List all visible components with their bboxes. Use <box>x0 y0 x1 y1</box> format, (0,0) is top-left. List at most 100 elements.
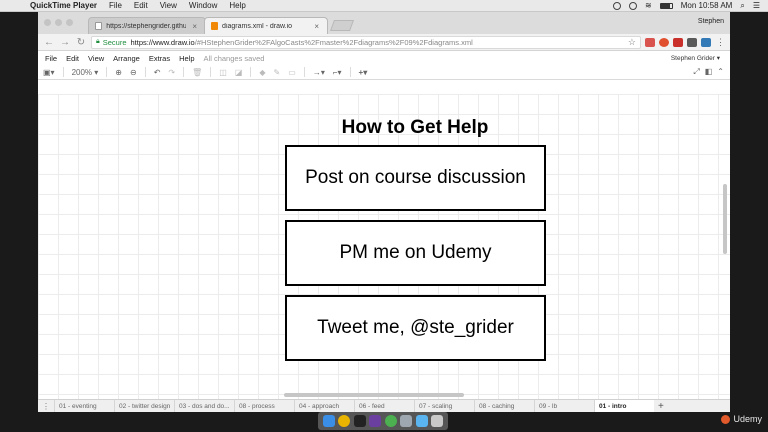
app-icon[interactable] <box>400 415 413 427</box>
zoom-out-icon[interactable]: ⊖ <box>130 68 137 77</box>
page-tab[interactable]: 09 - lb <box>534 399 594 412</box>
waypoints-icon[interactable]: ⌐▾ <box>333 68 342 77</box>
page-tab[interactable]: 07 - scaling <box>414 399 474 412</box>
extension-icon[interactable] <box>673 37 683 47</box>
extension-icon[interactable] <box>687 37 697 47</box>
page-tab[interactable]: 02 - twitter design <box>114 399 174 412</box>
new-tab-button[interactable] <box>329 20 355 31</box>
bookmark-star-icon[interactable]: ☆ <box>628 37 636 48</box>
reload-icon[interactable]: ↻ <box>75 37 87 48</box>
menubar-status-area: ≋ Mon 10:58 AM ⌕ ☰ <box>613 1 760 11</box>
drawio-menu-file[interactable]: File <box>45 54 57 63</box>
address-bar: ← → ↻ 🔒︎ Secure https://www.draw.io /#HS… <box>38 34 730 51</box>
page-tab[interactable]: 08 - process <box>234 399 294 412</box>
zoom-select[interactable]: 200% ▾ <box>72 68 99 77</box>
user-menu[interactable]: Stephen Grider ▾ <box>671 54 720 62</box>
fill-color-icon[interactable]: ◆ <box>259 68 265 77</box>
undo-icon[interactable]: ↶ <box>154 68 161 77</box>
horizontal-scrollbar[interactable] <box>284 393 464 397</box>
page-tab[interactable]: 08 - caching <box>474 399 534 412</box>
drawio-icon <box>211 22 219 30</box>
battery-icon[interactable] <box>659 2 673 9</box>
drawio-menu-help[interactable]: Help <box>179 54 194 63</box>
wifi-icon[interactable]: ≋ <box>645 1 652 10</box>
zoom-level: 200% <box>71 67 93 77</box>
browser-window: https://stephengrider.github.io × diagra… <box>38 12 730 412</box>
close-tab-icon[interactable]: × <box>314 22 319 31</box>
connection-style-icon[interactable]: →▾ <box>313 68 325 77</box>
pages-menu-icon[interactable]: ⋮ <box>38 402 54 411</box>
zoom-window-button[interactable] <box>66 19 73 26</box>
split-view-icon[interactable]: ◧ <box>705 67 713 77</box>
menu-file[interactable]: File <box>109 1 122 10</box>
window-controls <box>44 19 73 26</box>
divider <box>183 67 185 77</box>
menu-edit[interactable]: Edit <box>134 1 148 10</box>
shadow-icon[interactable]: ▭ <box>288 68 296 77</box>
box-udemy-pm[interactable]: PM me on Udemy <box>285 220 546 286</box>
diagram-title[interactable]: How to Get Help <box>280 117 550 139</box>
tab-drawio[interactable]: diagrams.xml - draw.io × <box>204 17 328 34</box>
editor-icon[interactable] <box>369 415 382 427</box>
divider <box>106 67 108 77</box>
to-back-icon[interactable]: ◪ <box>235 68 243 77</box>
diagram-canvas[interactable]: How to Get Help Post on course discussio… <box>38 94 730 399</box>
page-tab[interactable]: 04 - approach <box>294 399 354 412</box>
drawio-menu-view[interactable]: View <box>88 54 104 63</box>
finder-icon[interactable] <box>322 415 335 427</box>
terminal-icon[interactable] <box>353 415 366 427</box>
clock[interactable]: Mon 10:58 AM <box>681 1 733 10</box>
back-icon[interactable]: ← <box>43 37 55 48</box>
page-tab-bar: ⋮ 01 - eventing 02 - twitter design 03 -… <box>38 399 730 412</box>
close-tab-icon[interactable]: × <box>192 22 197 31</box>
record-icon[interactable] <box>613 1 622 10</box>
mac-menubar: QuickTime Player File Edit View Window H… <box>0 0 768 12</box>
format-panel-icon[interactable]: ▣▾ <box>43 68 55 77</box>
list-icon[interactable]: ☰ <box>753 1 760 10</box>
forward-icon[interactable]: → <box>59 37 71 48</box>
folder-icon[interactable] <box>415 415 428 427</box>
fullscreen-icon[interactable]: ⤢ <box>693 67 699 77</box>
extension-icon[interactable] <box>701 37 711 47</box>
redo-icon[interactable]: ↷ <box>168 68 175 77</box>
close-window-button[interactable] <box>44 19 51 26</box>
tab-label: https://stephengrider.github.io <box>106 22 187 30</box>
extension-icon[interactable] <box>659 37 669 47</box>
minimize-window-button[interactable] <box>55 19 62 26</box>
url-host: https://www.draw.io <box>130 37 195 47</box>
secure-label: Secure <box>102 37 127 47</box>
menu-app-name[interactable]: QuickTime Player <box>30 1 97 10</box>
box-twitter[interactable]: Tweet me, @ste_grider <box>285 295 546 361</box>
menu-view[interactable]: View <box>160 1 177 10</box>
vertical-scrollbar[interactable] <box>723 184 727 254</box>
app-icon[interactable] <box>384 415 397 427</box>
to-front-icon[interactable]: ◫ <box>219 68 227 77</box>
extension-icon[interactable] <box>645 37 655 47</box>
profile-name[interactable]: Stephen <box>698 18 724 25</box>
page-tab[interactable]: 06 - feed <box>354 399 414 412</box>
trash-icon[interactable] <box>431 415 444 427</box>
delete-icon[interactable]: 🗑︎ <box>192 68 202 77</box>
search-icon[interactable]: ⌕ <box>740 1 744 11</box>
tab-github[interactable]: https://stephengrider.github.io × <box>88 17 206 34</box>
page-tab[interactable]: 03 - dos and do... <box>174 399 234 412</box>
insert-icon[interactable]: +▾ <box>359 68 368 77</box>
drawio-menu-arrange[interactable]: Arrange <box>113 54 140 63</box>
drawio-menu-edit[interactable]: Edit <box>66 54 79 63</box>
drawio-menu-extras[interactable]: Extras <box>149 54 170 63</box>
divider <box>303 67 305 77</box>
line-color-icon[interactable]: ✎ <box>274 68 281 77</box>
menu-window[interactable]: Window <box>189 1 217 10</box>
collapse-icon[interactable]: ⌃ <box>717 67 724 77</box>
sync-icon[interactable] <box>629 1 638 10</box>
zoom-in-icon[interactable]: ⊕ <box>115 68 122 77</box>
url-input[interactable]: 🔒︎ Secure https://www.draw.io /#HStephen… <box>91 35 641 49</box>
page-tab[interactable]: 01 - eventing <box>54 399 114 412</box>
box-course-discussion[interactable]: Post on course discussion <box>285 145 546 211</box>
page-tab-active[interactable]: 01 - intro <box>594 399 654 412</box>
menu-help[interactable]: Help <box>229 1 245 10</box>
more-menu-icon[interactable]: ⋮ <box>716 37 725 48</box>
add-page-icon[interactable]: + <box>658 401 664 412</box>
chrome-icon[interactable] <box>338 415 351 427</box>
divider <box>250 67 252 77</box>
